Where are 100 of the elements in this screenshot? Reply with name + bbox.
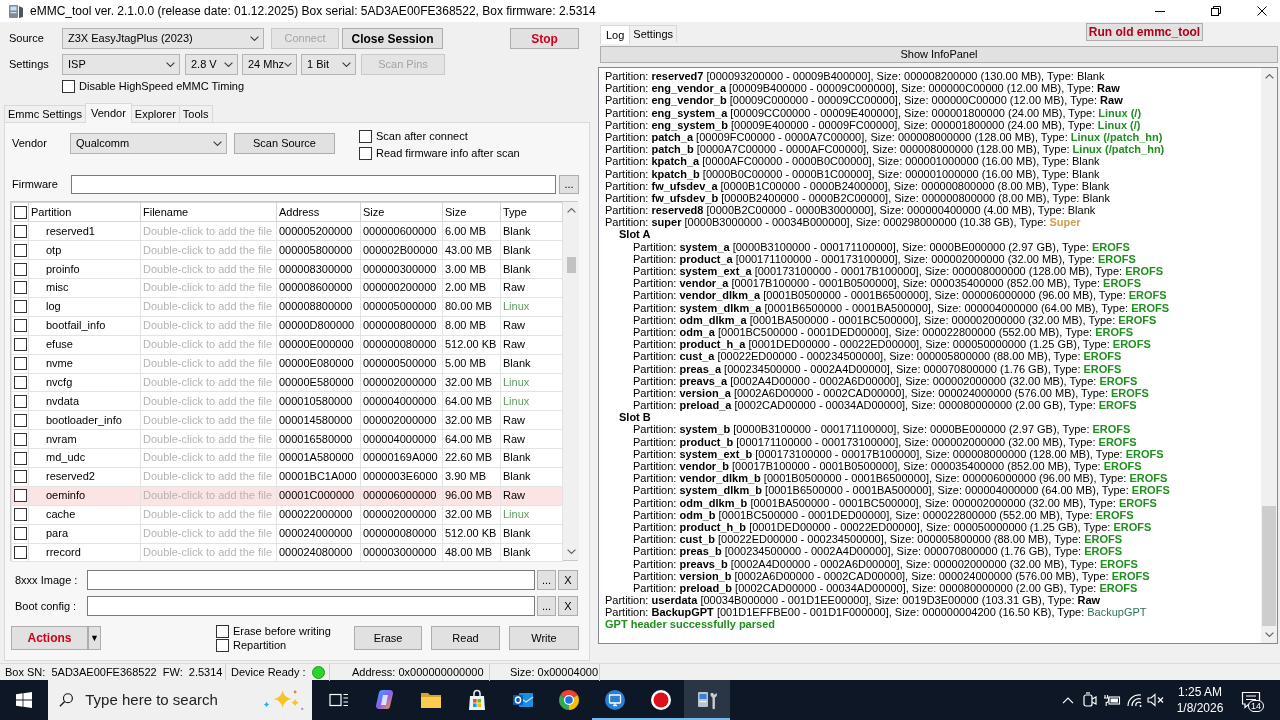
table-cell: 3.00 MB xyxy=(442,259,501,279)
scrollbar-thumb[interactable] xyxy=(1262,506,1276,626)
tab[interactable]: Settings xyxy=(629,25,678,42)
file-path-field[interactable] xyxy=(87,570,535,591)
table-cell: cache xyxy=(28,505,141,525)
row-checkbox[interactable] xyxy=(13,300,27,314)
table-cell: efuse xyxy=(28,335,141,355)
checkbox-label[interactable]: Erase before writing xyxy=(233,624,331,638)
table-cell: 8.00 MB xyxy=(442,316,501,336)
write-button[interactable]: Write xyxy=(509,626,579,651)
row-checkbox[interactable] xyxy=(13,432,27,446)
close-session-button[interactable]: Close Session xyxy=(342,28,443,49)
log-line: Partition: preload_a [0002CAD00000 - 00034AD00000], Size: 000080000000 (2.00 GB), Type: EROFS xyxy=(633,399,1137,412)
checkbox[interactable] xyxy=(359,130,372,144)
column-header[interactable]: Size xyxy=(442,202,501,222)
vendor-select[interactable]: Qualcomm xyxy=(70,133,227,154)
table-cell: 00001BC1A000 xyxy=(276,467,361,487)
column-header[interactable]: Address xyxy=(276,202,361,222)
tab[interactable]: Vendor xyxy=(84,103,132,123)
source-select[interactable]: Z3X EasyJtagPlus (2023) xyxy=(62,28,264,49)
browse-button[interactable]: ... xyxy=(537,596,556,617)
column-header[interactable]: Partition xyxy=(28,202,141,222)
column-header[interactable]: Type xyxy=(500,202,563,222)
webcam-icon[interactable] xyxy=(1083,692,1097,708)
table-cell: 512.00 KB xyxy=(442,524,501,543)
checkbox-label[interactable]: Scan after connect xyxy=(376,130,468,144)
table-cell: Blank xyxy=(500,543,563,562)
row-checkbox[interactable] xyxy=(13,527,27,541)
row-checkbox[interactable] xyxy=(13,243,27,257)
row-checkbox[interactable] xyxy=(13,489,27,503)
table-cell: Double-click to add the file xyxy=(140,373,277,392)
log-line: Partition: product_h_a [0001DED00000 - 00022ED00000], Size: 000050000000 (1.25 GB), Type: EROFS xyxy=(633,338,1151,351)
notifications-button[interactable]: 14 xyxy=(1233,680,1268,720)
clock-select[interactable]: 24 Mhz xyxy=(242,54,297,75)
row-checkbox[interactable] xyxy=(13,545,27,559)
checkbox[interactable] xyxy=(62,80,75,94)
stop-button[interactable]: Stop xyxy=(510,28,579,49)
checkbox[interactable] xyxy=(359,147,372,161)
table-cell: 000000080000 xyxy=(360,335,443,355)
scrollbar-thumb[interactable] xyxy=(566,257,576,274)
checkbox-label[interactable]: Read firmware info after scan xyxy=(376,147,520,161)
read-button[interactable]: Read xyxy=(431,626,500,651)
row-checkbox[interactable] xyxy=(13,262,27,276)
row-checkbox[interactable] xyxy=(13,451,27,465)
vertical-scrollbar[interactable] xyxy=(563,202,579,561)
column-header[interactable]: Size xyxy=(360,202,443,222)
select-all-checkbox[interactable] xyxy=(13,205,27,219)
file-path-field[interactable] xyxy=(87,596,535,617)
clear-button[interactable]: X xyxy=(558,570,578,591)
chevron-up-icon[interactable] xyxy=(1062,696,1074,704)
checkbox-label[interactable]: Disable HighSpeed eMMC Timing xyxy=(79,80,245,94)
firmware-field[interactable] xyxy=(71,175,556,195)
checkbox[interactable] xyxy=(216,624,229,638)
tab[interactable]: Log xyxy=(600,25,631,44)
browse-button[interactable]: ... xyxy=(559,175,579,195)
row-checkbox[interactable] xyxy=(13,413,27,427)
row-checkbox[interactable] xyxy=(13,357,27,371)
log-line: Partition: userdata [00034B000000 - 001D1EE00000], Size: 0019D3E00000 (103.31 GB), Type: Raw xyxy=(605,594,1101,607)
row-checkbox[interactable] xyxy=(13,281,27,295)
row-checkbox[interactable] xyxy=(13,224,27,238)
search-box[interactable]: Type here to search xyxy=(48,680,312,720)
row-checkbox[interactable] xyxy=(13,508,27,522)
field-label: Vendor xyxy=(12,136,47,151)
vertical-scrollbar[interactable] xyxy=(1261,68,1277,643)
tab[interactable]: Tools xyxy=(178,105,213,122)
table-cell: Linux xyxy=(500,297,563,317)
row-checkbox[interactable] xyxy=(13,375,27,389)
log-line: Partition: system_ext_a [000173100000 - 00017B100000], Size: 000008000000 (128.00 MB), Type: EROFS xyxy=(633,265,1164,278)
table-cell: 48.00 MB xyxy=(442,543,501,562)
show-infopanel-button[interactable]: Show InfoPanel xyxy=(600,46,1278,63)
speaker-muted-icon[interactable] xyxy=(1147,693,1165,707)
clear-button[interactable]: X xyxy=(558,596,578,617)
taskbar-app-button[interactable] xyxy=(684,680,730,720)
scan-source-button[interactable]: Scan Source xyxy=(234,133,335,154)
erase-button[interactable]: Erase xyxy=(354,626,422,651)
row-checkbox[interactable] xyxy=(13,319,27,333)
browse-button[interactable]: ... xyxy=(537,570,556,591)
wifi-icon[interactable] xyxy=(1126,693,1142,707)
table-cell: nvdata xyxy=(28,391,141,411)
bus-width-select[interactable]: 1 Bit xyxy=(301,54,356,75)
table-cell: Double-click to add the file xyxy=(140,240,277,260)
table-cell: 000010580000 xyxy=(276,391,361,411)
search-field[interactable]: Type here to search xyxy=(85,691,263,709)
battery-charging-icon[interactable] xyxy=(1103,693,1121,707)
checkbox[interactable] xyxy=(216,638,229,652)
run-old-tool-button[interactable]: Run old emmc_tool xyxy=(1086,23,1203,41)
log-line: Partition: reserved8 [0000B2C00000 - 0000B3000000], Size: 000000400000 (4.00 MB), Type: Blank xyxy=(605,204,1096,217)
tab[interactable]: Emmc Settings xyxy=(4,105,86,122)
checkbox-label[interactable]: Repartition xyxy=(233,638,287,653)
table-cell: Raw xyxy=(500,486,563,506)
interface-select[interactable]: ISP xyxy=(62,54,180,75)
row-checkbox[interactable] xyxy=(13,394,27,408)
actions-button[interactable]: Actions xyxy=(11,626,88,651)
voltage-select[interactable]: 2.8 V xyxy=(185,54,238,75)
tab[interactable]: Explorer xyxy=(130,105,180,122)
dropdown-button[interactable]: ▼ xyxy=(88,626,101,651)
column-header[interactable]: Filename xyxy=(140,202,277,222)
date-time[interactable]: 1:25 AM 1/8/2026 xyxy=(1167,680,1233,720)
row-checkbox[interactable] xyxy=(13,470,27,484)
row-checkbox[interactable] xyxy=(13,338,27,352)
